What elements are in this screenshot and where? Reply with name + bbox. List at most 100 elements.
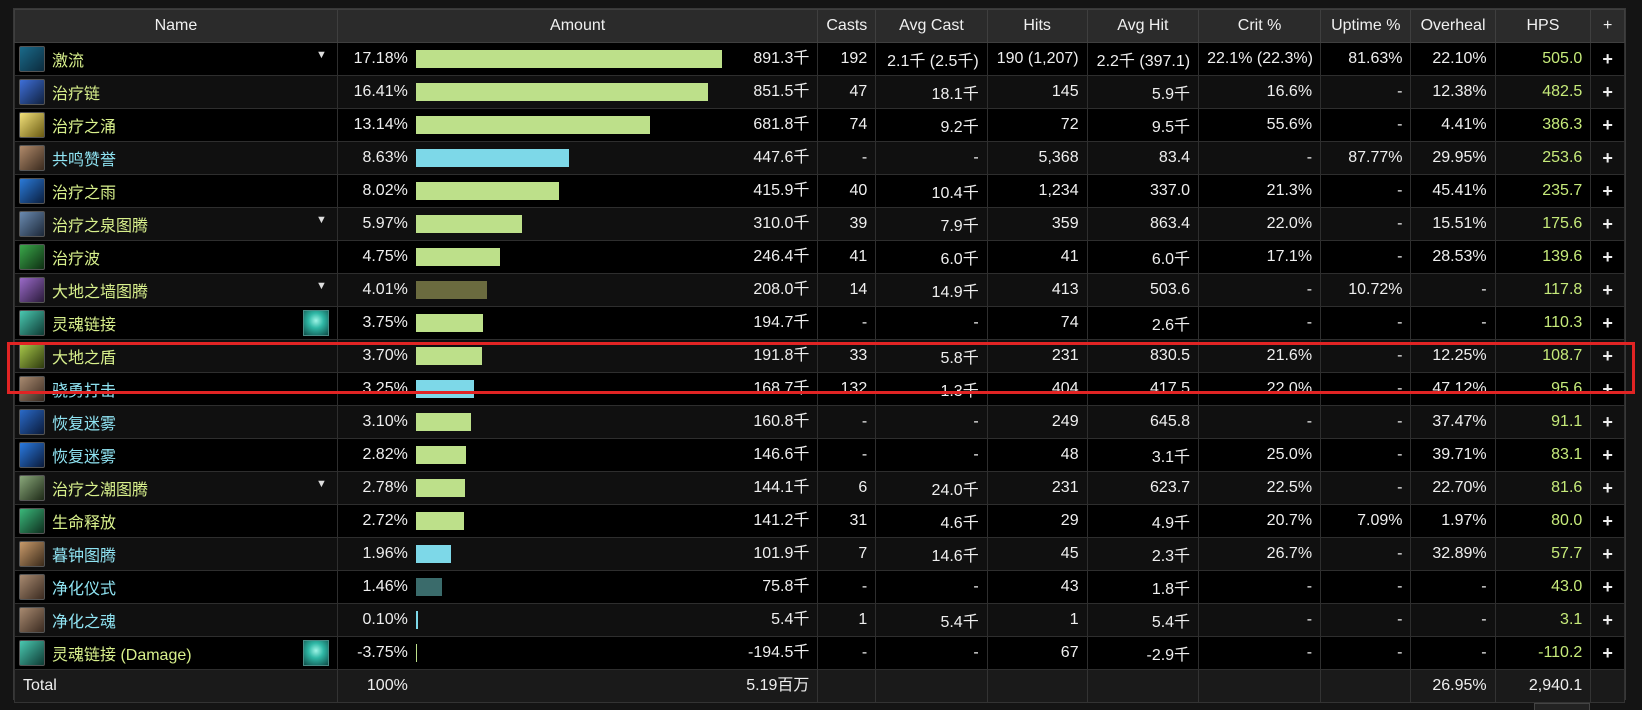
table-row[interactable]: 治疗波 4.75% 246.4千 41 6.0千 41 6.0千 17.1% -28.53% 13… (14, 240, 1625, 274)
table-row[interactable]: 治疗之泉图腾 ▼ 5.97% 310.0千 39 7.9千 359 863.4 22.0% -15… (14, 207, 1625, 241)
casts-value: 74 (817, 108, 877, 142)
amount-bar-track (415, 611, 734, 629)
add-row-button[interactable]: + (1590, 273, 1625, 307)
spell-name-cell: 激流 ▼ (14, 42, 338, 76)
add-row-button[interactable]: + (1590, 603, 1625, 637)
spell-name-cell: 大地之墙图腾 ▼ (14, 273, 338, 307)
table-row[interactable]: 生命释放 2.72% 141.2千 31 4.6千 29 4.9千 20.7% 7.09% 1.9… (14, 504, 1625, 538)
avg-cast-value: 6.0千 (875, 240, 988, 274)
spell-name-link[interactable]: 大地之墙图腾 (52, 284, 148, 301)
expand-dropdown-icon[interactable]: ▼ (316, 280, 327, 292)
amount-bar-track (415, 479, 734, 497)
amount-cell: 16.41% 851.5千 (336, 75, 819, 109)
uptime-value: - (1320, 306, 1412, 340)
col-header-avg-hit[interactable]: Avg Hit (1086, 9, 1200, 43)
table-row[interactable]: 恢复迷雾 2.82% 146.6千 - -48 3.1千 25.0% -39.71% 83.1 + (14, 438, 1625, 472)
spell-name-link[interactable]: 治疗之雨 (52, 185, 116, 202)
add-row-button[interactable]: + (1590, 207, 1625, 241)
col-header-name[interactable]: Name (14, 9, 338, 43)
spell-name-link[interactable]: 治疗波 (52, 251, 100, 268)
amount-bar (415, 83, 709, 101)
table-row[interactable]: 激流 ▼ 17.18% 891.3千 192 2.1千 (2.5千) 190 (1,207)… (14, 42, 1625, 76)
crit-value: 20.7% (1198, 504, 1322, 538)
add-row-button[interactable]: + (1590, 438, 1625, 472)
table-row[interactable]: 灵魂链接 3.75% 194.7千 - -74 2.6千 - - -110.3 + (14, 306, 1625, 340)
overheal-value: 32.89% (1410, 537, 1496, 571)
add-row-button[interactable]: + (1590, 471, 1625, 505)
table-row[interactable]: 治疗之涌 13.14% 681.8千 74 9.2千 72 9.5千 55.6% -4.41% 3… (14, 108, 1625, 142)
bottom-tab[interactable] (1534, 703, 1590, 710)
table-row[interactable]: 暮钟图腾 1.96% 101.9千 7 14.6千 45 2.3千 26.7% -32.89% 5… (14, 537, 1625, 571)
add-row-button[interactable]: + (1590, 141, 1625, 175)
spell-name-link[interactable]: 恢复迷雾 (52, 449, 116, 466)
overheal-value: - (1410, 603, 1496, 637)
add-row-button[interactable]: + (1590, 570, 1625, 604)
expand-dropdown-icon[interactable]: ▼ (316, 478, 327, 490)
col-header-hits[interactable]: Hits (986, 9, 1088, 43)
spell-name-link[interactable]: 生命释放 (52, 515, 116, 532)
col-header-crit[interactable]: Crit % (1198, 9, 1322, 43)
amount-bar-track (415, 578, 734, 596)
spell-name-link[interactable]: 治疗链 (52, 86, 100, 103)
casts-value: - (817, 405, 877, 439)
avg-hit-value: 6.0千 (1086, 240, 1200, 274)
table-row[interactable]: 净化之魂 0.10% 5.4千 1 5.4千 1 5.4千 - - -3.1 + (14, 603, 1625, 637)
col-header-overheal[interactable]: Overheal (1410, 9, 1496, 43)
col-header-uptime[interactable]: Uptime % (1320, 9, 1412, 43)
spell-name-link[interactable]: 灵魂链接 (52, 317, 116, 334)
avg-hit-value: 623.7 (1086, 471, 1200, 505)
add-row-button[interactable]: + (1590, 42, 1625, 76)
table-row[interactable]: 大地之墙图腾 ▼ 4.01% 208.0千 14 14.9千 413 503.6-10.72%… (14, 273, 1625, 307)
expand-dropdown-icon[interactable]: ▼ (316, 49, 327, 61)
col-header-amount[interactable]: Amount (336, 9, 819, 43)
table-row[interactable]: 大地之盾 3.70% 191.8千 33 5.8千 231 830.5 21.6% -12.25… (14, 339, 1625, 373)
spell-name-link[interactable]: 治疗之涌 (52, 119, 116, 136)
add-row-button[interactable]: + (1590, 636, 1625, 670)
spell-name-link[interactable]: 暮钟图腾 (52, 548, 116, 565)
spell-name-link[interactable]: 激流 (52, 53, 84, 70)
col-header-add-button[interactable]: + (1590, 9, 1625, 43)
add-row-button[interactable]: + (1590, 174, 1625, 208)
spell-name-link[interactable]: 治疗之泉图腾 (52, 218, 148, 235)
table-row[interactable]: 治疗之潮图腾 ▼ 2.78% 144.1千 6 24.0千 231 623.7 22.5% -22… (14, 471, 1625, 505)
expand-dropdown-icon[interactable]: ▼ (316, 214, 327, 226)
table-row[interactable]: 治疗之雨 8.02% 415.9千 40 10.4千 1,234 337.0 21.3% -45… (14, 174, 1625, 208)
casts-value: 41 (817, 240, 877, 274)
spell-name-link[interactable]: 大地之盾 (52, 350, 116, 367)
col-header-hps[interactable]: HPS (1494, 9, 1592, 43)
table-row[interactable]: 治疗链 16.41% 851.5千 47 18.1千 145 5.9千 16.6% -12.38… (14, 75, 1625, 109)
spell-name-link[interactable]: 骁勇打击 (52, 383, 116, 400)
add-row-button[interactable]: + (1590, 339, 1625, 373)
table-header-row: Name Amount Casts Avg Cast Hits Avg Hit … (14, 9, 1625, 43)
casts-value: - (817, 141, 877, 175)
spell-name-cell: 治疗之涌 (14, 108, 338, 142)
add-row-button[interactable]: + (1590, 108, 1625, 142)
crit-value: 26.7% (1198, 537, 1322, 571)
table-row[interactable]: 共鸣赞誉 8.63% 447.6千 - -5,368 83.4-87.77% 29.95% 2… (14, 141, 1625, 175)
spell-name-link[interactable]: 共鸣赞誉 (52, 152, 116, 169)
table-row[interactable]: 骁勇打击 3.25% 168.7千 132 1.3千 404 417.5 22.0% -47.1… (14, 372, 1625, 406)
avg-hit-value: 9.5千 (1086, 108, 1200, 142)
spell-name-link[interactable]: 灵魂链接 (Damage) (52, 647, 192, 664)
add-row-button[interactable]: + (1590, 240, 1625, 274)
add-row-button[interactable]: + (1590, 405, 1625, 439)
add-row-button[interactable]: + (1590, 75, 1625, 109)
add-row-button[interactable]: + (1590, 504, 1625, 538)
casts-value: 6 (817, 471, 877, 505)
spell-name-link[interactable]: 净化仪式 (52, 581, 116, 598)
amount-bar-track (415, 182, 734, 200)
uptime-value: - (1320, 438, 1412, 472)
spell-name-link[interactable]: 净化之魂 (52, 614, 116, 631)
table-row[interactable]: 灵魂链接 (Damage) -3.75% -194.5千 - -67 -2.9千 - - - -1… (14, 636, 1625, 670)
spell-name-link[interactable]: 恢复迷雾 (52, 416, 116, 433)
table-row[interactable]: 恢复迷雾 3.10% 160.8千 - -249 645.8- -37.47% 91.1 + (14, 405, 1625, 439)
col-header-avg-cast[interactable]: Avg Cast (875, 9, 988, 43)
spell-name-cell: 共鸣赞誉 (14, 141, 338, 175)
avg-hit-value: 2.3千 (1086, 537, 1200, 571)
col-header-casts[interactable]: Casts (817, 9, 877, 43)
add-row-button[interactable]: + (1590, 537, 1625, 571)
spell-name-link[interactable]: 治疗之潮图腾 (52, 482, 148, 499)
add-row-button[interactable]: + (1590, 306, 1625, 340)
table-row[interactable]: 净化仪式 1.46% 75.8千 - -43 1.8千 - - -43.0 + (14, 570, 1625, 604)
add-row-button[interactable]: + (1590, 372, 1625, 406)
